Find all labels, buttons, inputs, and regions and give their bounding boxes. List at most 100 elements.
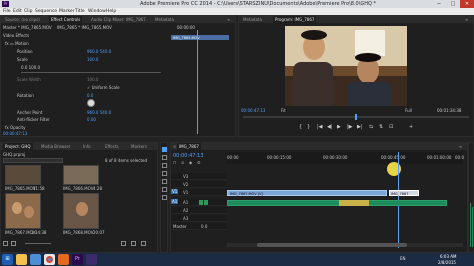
- tab-source[interactable]: Source: (no clips): [3, 16, 42, 23]
- master-clip-path[interactable]: Master * IMG_7865.MOV: [3, 25, 52, 30]
- tab-audio-clip-mixer[interactable]: Audio Clip Mixer: IMG_7867: [89, 16, 148, 23]
- track-header-v3[interactable]: V3: [171, 173, 227, 180]
- ec-value-scale-width[interactable]: 100.0: [87, 77, 98, 82]
- video-clip-2[interactable]: IMG_7867: [389, 190, 419, 196]
- premiere-taskbar-icon[interactable]: Pr: [72, 254, 83, 265]
- ec-timecode[interactable]: 00:00:47:13: [3, 131, 27, 136]
- track-select-tool-icon[interactable]: [162, 155, 167, 160]
- timeline-ruler[interactable]: 00:00 00:00:15:00 00:00:30:00 00:00:45:0…: [227, 152, 464, 164]
- project-search-input[interactable]: [3, 158, 63, 163]
- clock-time[interactable]: 6:03 AM: [440, 254, 456, 259]
- linked-selection-icon[interactable]: ⊘: [181, 160, 184, 165]
- ec-value-position[interactable]: 960.0 540.0: [87, 49, 111, 54]
- add-button[interactable]: +: [409, 124, 413, 130]
- start-button[interactable]: ⊞: [2, 254, 13, 265]
- rotation-dial[interactable]: [87, 99, 95, 107]
- menu-window[interactable]: Window: [88, 8, 106, 15]
- tab-metadata[interactable]: Metadata: [153, 16, 176, 23]
- tab-program[interactable]: Program: IMG_7867: [273, 16, 317, 23]
- trash-icon[interactable]: [141, 241, 146, 246]
- menu-edit[interactable]: Edit: [13, 8, 22, 15]
- audio-clip-1[interactable]: [227, 200, 447, 206]
- play-button[interactable]: ▶: [337, 124, 341, 130]
- track-header-v2[interactable]: V2: [171, 181, 227, 188]
- step-forward-button[interactable]: |▶: [347, 124, 353, 130]
- tab-info[interactable]: Info: [81, 143, 93, 150]
- firefox-icon[interactable]: [58, 254, 69, 265]
- fit-dropdown[interactable]: Fit: [281, 108, 286, 113]
- ec-row-motion[interactable]: fx ▭ Motion: [5, 41, 29, 46]
- tray-language[interactable]: EN: [400, 256, 406, 261]
- program-video-frame[interactable]: [285, 26, 407, 106]
- source-patch-a1[interactable]: A1: [171, 199, 179, 204]
- ec-row-opacity[interactable]: fx Opacity: [5, 125, 25, 130]
- lift-button[interactable]: ⇆: [369, 124, 373, 130]
- timeline-scrollbar[interactable]: [227, 243, 463, 247]
- ripple-edit-tool-icon[interactable]: [162, 163, 167, 168]
- tab-media-browser[interactable]: Media Browser: [39, 143, 73, 150]
- track-header-a2[interactable]: A2: [171, 207, 227, 214]
- add-marker-icon[interactable]: ◆: [189, 160, 192, 165]
- track-header-a1[interactable]: A1 A1: [171, 199, 227, 206]
- master-value[interactable]: 0.0: [201, 224, 207, 229]
- new-bin-icon[interactable]: [121, 241, 126, 246]
- program-playhead[interactable]: [355, 114, 357, 120]
- timeline-settings-icon[interactable]: ⚙: [197, 160, 201, 165]
- list-view-icon[interactable]: [3, 241, 8, 246]
- timeline-scroll-thumb[interactable]: [257, 243, 407, 247]
- project-thumb-2[interactable]: [63, 165, 99, 185]
- hand-tool-icon[interactable]: [162, 195, 167, 200]
- explorer-icon[interactable]: [16, 254, 27, 265]
- selection-tool-icon[interactable]: [162, 147, 167, 152]
- tab-project[interactable]: Project: GHQ: [3, 143, 33, 150]
- tab-sequence[interactable]: IMG_7867: [177, 143, 201, 150]
- snap-icon[interactable]: ⊓: [173, 160, 176, 165]
- panel-menu-icon[interactable]: ≡: [225, 16, 232, 23]
- ec-value-rotation[interactable]: 0.0: [87, 93, 93, 98]
- icon-view-icon[interactable]: [11, 241, 16, 246]
- razor-tool-icon[interactable]: [162, 171, 167, 176]
- go-to-out-button[interactable]: ▶|: [357, 124, 363, 130]
- video-clip-1[interactable]: IMG_7867.MOV [V]: [227, 190, 387, 196]
- track-area[interactable]: IMG_7867.MOV [V] IMG_7867: [227, 173, 463, 233]
- source-patch-v1[interactable]: V1: [171, 189, 179, 194]
- tab-markers[interactable]: Markers: [129, 143, 149, 150]
- tab-effect-controls[interactable]: Effect Controls: [49, 16, 83, 23]
- program-timecode[interactable]: 00:00:47:13: [241, 108, 265, 113]
- sequence-clip-path[interactable]: IMG_7865 * IMG_7865.MOV: [57, 25, 112, 30]
- resolution-dropdown[interactable]: Full: [405, 108, 412, 113]
- menu-sequence[interactable]: Sequence: [35, 8, 57, 15]
- ec-clip-bar[interactable]: IMG_7865.MOV: [171, 35, 229, 40]
- timeline-timecode[interactable]: 00:00:47:13: [173, 153, 204, 159]
- zoom-slider[interactable]: [25, 243, 51, 244]
- menu-file[interactable]: File: [3, 8, 11, 15]
- ec-scale-slider[interactable]: [21, 72, 161, 73]
- a1-solo-icon[interactable]: [204, 200, 208, 205]
- pen-tool-icon[interactable]: [162, 187, 167, 192]
- export-frame-button[interactable]: ⊡: [389, 124, 393, 130]
- menu-clip[interactable]: Clip: [24, 8, 33, 15]
- track-header-a3[interactable]: A3: [171, 215, 227, 222]
- menu-title[interactable]: Title: [75, 8, 85, 15]
- timeline-menu-icon[interactable]: ≡: [457, 143, 464, 150]
- a1-mute-icon[interactable]: [199, 200, 203, 205]
- uniform-scale-checkbox[interactable]: ✓ Uniform Scale: [87, 85, 120, 90]
- ec-value-scale[interactable]: 100.0: [87, 57, 98, 62]
- ec-value-anchor[interactable]: 960.0 540.0: [87, 110, 111, 115]
- mark-out-button[interactable]: }: [307, 124, 310, 130]
- project-thumb-1[interactable]: [5, 165, 41, 185]
- menu-help[interactable]: Help: [106, 8, 116, 15]
- minimize-button[interactable]: ─: [432, 0, 446, 8]
- tab-metadata-2[interactable]: Metadata: [241, 16, 264, 23]
- clock-date[interactable]: 2/8/2015: [438, 260, 456, 265]
- go-to-in-button[interactable]: |◀: [317, 124, 323, 130]
- extract-button[interactable]: ⇅: [379, 124, 383, 130]
- close-button[interactable]: ✕: [460, 0, 474, 8]
- ec-value-anti-flicker[interactable]: 0.00: [87, 117, 96, 122]
- step-back-button[interactable]: ◀|: [327, 124, 333, 130]
- audio-keyframe-marker[interactable]: [339, 200, 369, 206]
- program-menu-icon[interactable]: ≡: [463, 16, 470, 23]
- app-taskbar-icon[interactable]: [86, 254, 97, 265]
- tab-effects[interactable]: Effects: [103, 143, 121, 150]
- project-thumb-4[interactable]: [63, 193, 99, 229]
